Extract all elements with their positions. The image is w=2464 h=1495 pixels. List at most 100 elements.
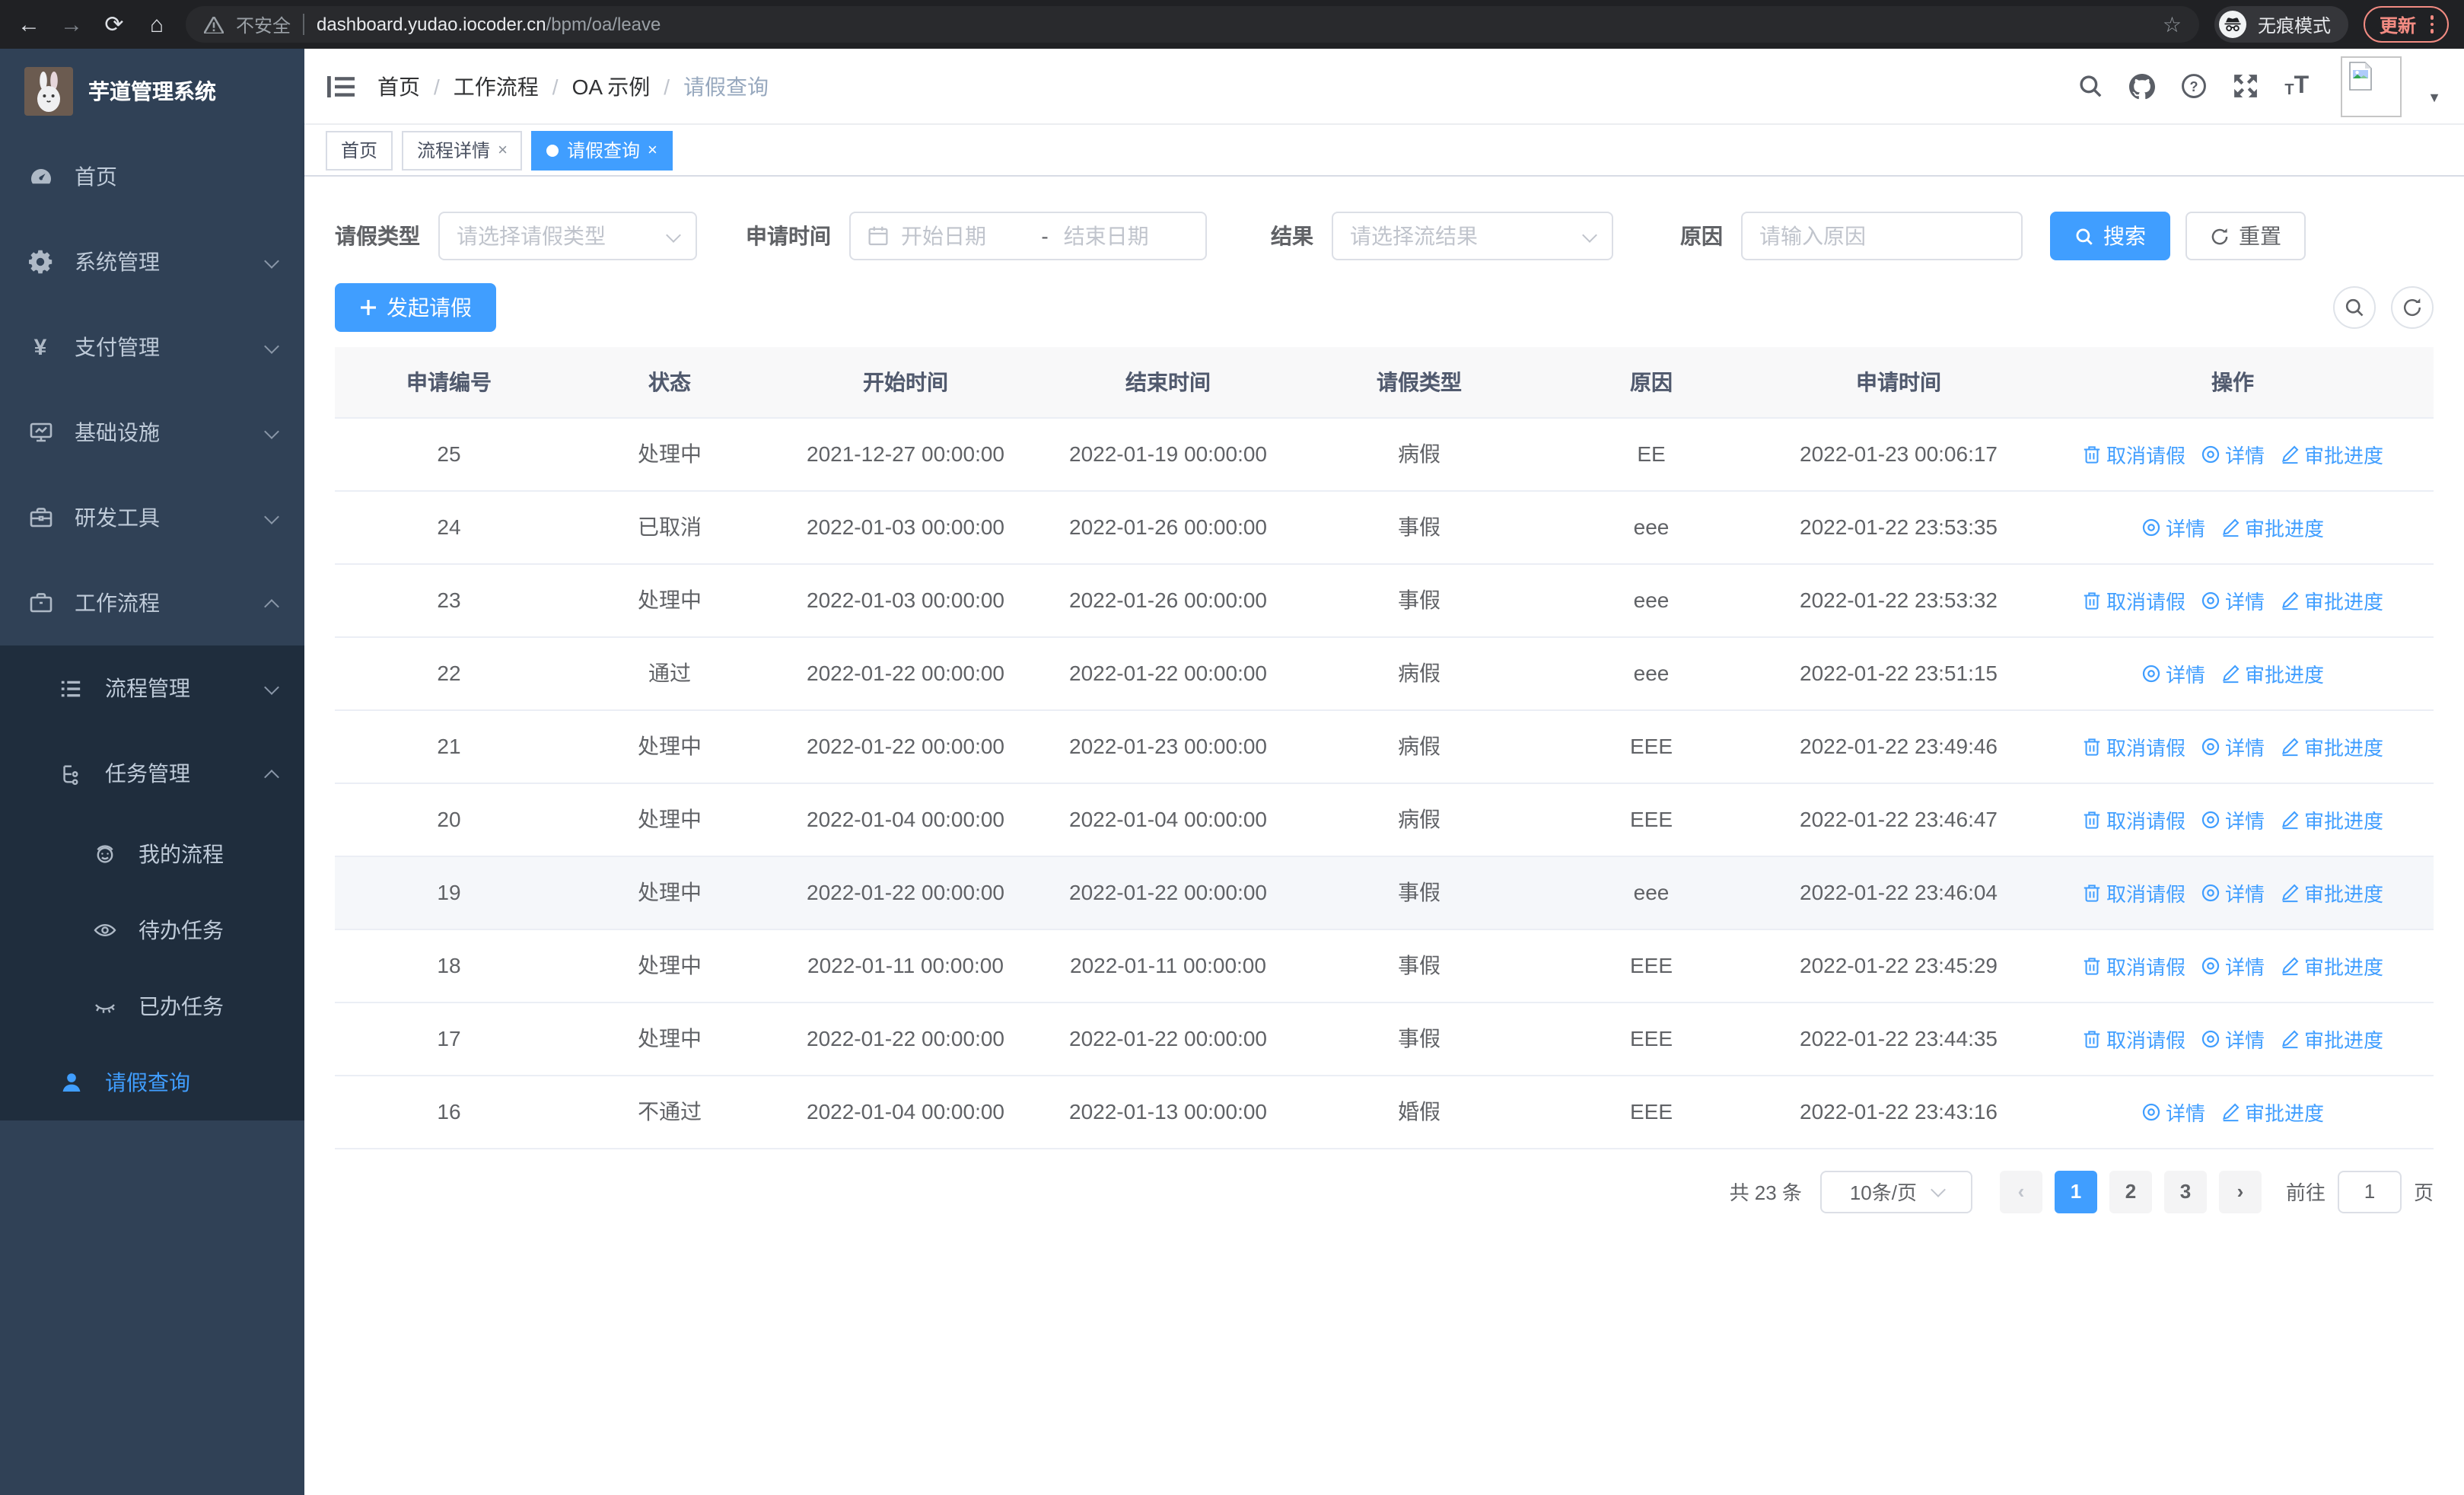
update-label[interactable]: 更新 bbox=[2380, 11, 2416, 37]
github-icon[interactable] bbox=[2129, 73, 2156, 99]
table-row[interactable]: 18 处理中 2022-01-11 00:00:00 2022-01-11 00:00… bbox=[335, 929, 2434, 1003]
browser-back-icon[interactable]: ← bbox=[15, 13, 43, 36]
progress-action-link[interactable]: 审批进度 bbox=[2280, 732, 2383, 760]
tab-home[interactable]: 首页 bbox=[326, 130, 393, 170]
detail-action-link[interactable]: 详情 bbox=[2201, 805, 2265, 834]
page-size-select[interactable]: 10条/页 bbox=[1819, 1170, 1972, 1213]
sidebar-item-my-process[interactable]: 我的流程 bbox=[0, 816, 304, 892]
sidebar-item-label: 任务管理 bbox=[105, 761, 190, 786]
browser-menu-icon[interactable] bbox=[2430, 15, 2434, 33]
create-leave-button[interactable]: 发起请假 bbox=[335, 283, 496, 332]
filter-label: 结果 bbox=[1271, 224, 1313, 248]
browser-reload-icon[interactable]: ⟳ bbox=[100, 13, 128, 36]
sidebar-collapse-icon[interactable] bbox=[327, 74, 355, 98]
search-button[interactable]: 搜索 bbox=[2050, 212, 2170, 260]
toggle-search-button[interactable] bbox=[2333, 286, 2376, 329]
address-bar[interactable]: 不安全 dashboard.yudao.iocoder.cn/bpm/oa/le… bbox=[186, 6, 2200, 43]
start-date-placeholder[interactable]: 开始日期 bbox=[901, 221, 1026, 251]
table-row[interactable]: 24 已取消 2022-01-03 00:00:00 2022-01-26 00:00… bbox=[335, 490, 2434, 564]
progress-action-link[interactable]: 审批进度 bbox=[2280, 439, 2383, 468]
fullscreen-icon[interactable] bbox=[2233, 73, 2259, 99]
search-icon[interactable] bbox=[2077, 73, 2103, 99]
bookmark-star-icon[interactable]: ☆ bbox=[2163, 11, 2182, 37]
detail-action-link[interactable]: 详情 bbox=[2141, 658, 2205, 687]
browser-update-button[interactable]: 更新 bbox=[2364, 6, 2449, 43]
sidebar-item-devtools[interactable]: 研发工具 bbox=[0, 475, 304, 560]
table-row[interactable]: 19 处理中 2022-01-22 00:00:00 2022-01-22 00:00… bbox=[335, 856, 2434, 929]
browser-forward-icon[interactable]: → bbox=[58, 13, 85, 36]
cell-id: 24 bbox=[335, 490, 563, 564]
cancel-action-link[interactable]: 取消请假 bbox=[2082, 878, 2185, 907]
progress-action-link[interactable]: 审批进度 bbox=[2280, 805, 2383, 834]
progress-action-link[interactable]: 审批进度 bbox=[2220, 658, 2324, 687]
result-select[interactable]: 请选择流结果 bbox=[1332, 212, 1613, 260]
refresh-table-button[interactable] bbox=[2391, 286, 2434, 329]
sidebar-item-workflow[interactable]: 工作流程 bbox=[0, 560, 304, 645]
table-row[interactable]: 21 处理中 2022-01-22 00:00:00 2022-01-23 00:00… bbox=[335, 709, 2434, 783]
progress-action-link[interactable]: 审批进度 bbox=[2280, 585, 2383, 614]
table-row[interactable]: 16 不通过 2022-01-04 00:00:00 2022-01-13 00:00… bbox=[335, 1075, 2434, 1149]
detail-action-link[interactable]: 详情 bbox=[2201, 439, 2265, 468]
detail-action-link[interactable]: 详情 bbox=[2201, 878, 2265, 907]
table-row[interactable]: 17 处理中 2022-01-22 00:00:00 2022-01-22 00:00… bbox=[335, 1002, 2434, 1076]
sidebar-item-leave-query[interactable]: 请假查询 bbox=[0, 1044, 304, 1120]
cancel-action-link[interactable]: 取消请假 bbox=[2082, 585, 2185, 614]
reason-input[interactable]: 请输入原因 bbox=[1741, 212, 2023, 260]
cancel-action-link[interactable]: 取消请假 bbox=[2082, 439, 2185, 468]
sidebar-item-task-management[interactable]: 任务管理 bbox=[0, 731, 304, 816]
end-date-placeholder[interactable]: 结束日期 bbox=[1064, 221, 1189, 251]
breadcrumb-item-home[interactable]: 首页 bbox=[377, 71, 420, 101]
table-row[interactable]: 20 处理中 2022-01-04 00:00:00 2022-01-04 00:00… bbox=[335, 783, 2434, 856]
sidebar-item-done-tasks[interactable]: 已办任务 bbox=[0, 968, 304, 1044]
sidebar-item-home[interactable]: 首页 bbox=[0, 134, 304, 219]
help-icon[interactable]: ? bbox=[2181, 73, 2207, 99]
date-range-picker[interactable]: 开始日期 - 结束日期 bbox=[849, 212, 1207, 260]
cancel-action-link[interactable]: 取消请假 bbox=[2082, 951, 2185, 980]
progress-action-link[interactable]: 审批进度 bbox=[2280, 878, 2383, 907]
breadcrumb-item-oa[interactable]: OA 示例 bbox=[572, 71, 651, 101]
edit-icon bbox=[2282, 1029, 2299, 1048]
page-button-2[interactable]: 2 bbox=[2109, 1170, 2152, 1213]
progress-action-link[interactable]: 审批进度 bbox=[2220, 1097, 2324, 1126]
tab-leave-query[interactable]: 请假查询 × bbox=[531, 130, 673, 170]
page-button-1[interactable]: 1 bbox=[2054, 1170, 2097, 1213]
breadcrumb-item-workflow[interactable]: 工作流程 bbox=[454, 71, 539, 101]
detail-action-link[interactable]: 详情 bbox=[2201, 951, 2265, 980]
sidebar-item-process-management[interactable]: 流程管理 bbox=[0, 645, 304, 731]
font-size-icon[interactable]: TT bbox=[2284, 73, 2309, 98]
sidebar-item-payment[interactable]: ¥ 支付管理 bbox=[0, 304, 304, 390]
next-page-button[interactable]: › bbox=[2218, 1170, 2262, 1213]
progress-action-link[interactable]: 审批进度 bbox=[2280, 1024, 2383, 1053]
cell-apply-time: 2022-01-22 23:46:47 bbox=[1765, 783, 2032, 856]
leave-type-select[interactable]: 请选择请假类型 bbox=[438, 212, 697, 260]
detail-action-link[interactable]: 详情 bbox=[2201, 1024, 2265, 1053]
security-label[interactable]: 不安全 bbox=[236, 11, 291, 37]
cancel-action-link[interactable]: 取消请假 bbox=[2082, 732, 2185, 760]
cell-status: 处理中 bbox=[563, 929, 776, 1003]
detail-action-link[interactable]: 详情 bbox=[2141, 512, 2205, 541]
cancel-action-link[interactable]: 取消请假 bbox=[2082, 805, 2185, 834]
app-logo[interactable]: 芋道管理系统 bbox=[0, 49, 304, 134]
prev-page-button[interactable]: ‹ bbox=[1999, 1170, 2042, 1213]
sidebar-item-system[interactable]: 系统管理 bbox=[0, 219, 304, 304]
detail-action-link[interactable]: 详情 bbox=[2201, 732, 2265, 760]
progress-action-link[interactable]: 审批进度 bbox=[2220, 512, 2324, 541]
table-row[interactable]: 22 通过 2022-01-22 00:00:00 2022-01-22 00:00:… bbox=[335, 636, 2434, 710]
table-row[interactable]: 25 处理中 2021-12-27 00:00:00 2022-01-19 00:00… bbox=[335, 417, 2434, 491]
caret-down-icon[interactable]: ▼ bbox=[2427, 89, 2441, 104]
tab-process-detail[interactable]: 流程详情 × bbox=[402, 130, 523, 170]
reset-button[interactable]: 重置 bbox=[2185, 212, 2306, 260]
detail-action-link[interactable]: 详情 bbox=[2201, 585, 2265, 614]
cancel-action-link[interactable]: 取消请假 bbox=[2082, 1024, 2185, 1053]
progress-action-link[interactable]: 审批进度 bbox=[2280, 951, 2383, 980]
detail-action-link[interactable]: 详情 bbox=[2141, 1097, 2205, 1126]
close-icon[interactable]: × bbox=[648, 141, 657, 159]
browser-home-icon[interactable]: ⌂ bbox=[143, 13, 170, 36]
avatar[interactable] bbox=[2341, 56, 2402, 116]
sidebar-item-todo-tasks[interactable]: 待办任务 bbox=[0, 892, 304, 968]
page-button-3[interactable]: 3 bbox=[2163, 1170, 2207, 1213]
sidebar-item-infrastructure[interactable]: 基础设施 bbox=[0, 390, 304, 475]
table-row[interactable]: 23 处理中 2022-01-03 00:00:00 2022-01-26 00:00… bbox=[335, 563, 2434, 637]
goto-page-input[interactable]: 1 bbox=[2337, 1170, 2402, 1213]
close-icon[interactable]: × bbox=[498, 141, 508, 159]
